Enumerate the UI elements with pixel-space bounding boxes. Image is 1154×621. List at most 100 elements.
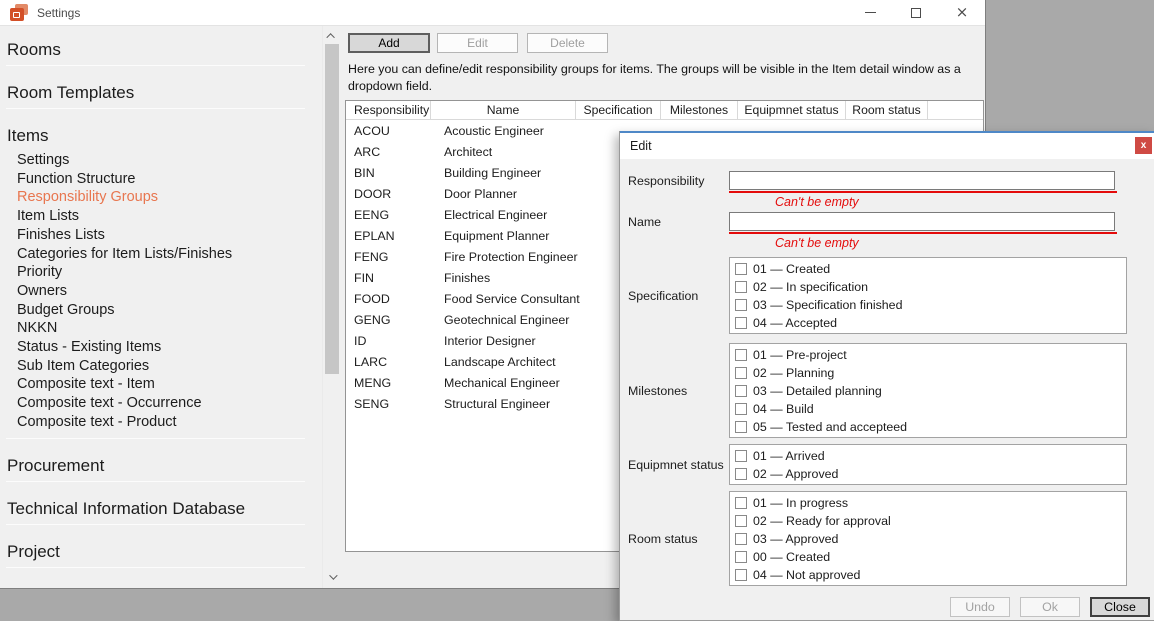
table-header-row: Responsibility Name Specification Milest…: [346, 101, 983, 120]
minimize-button[interactable]: [847, 0, 893, 25]
sidebar-section-technical-information-database[interactable]: Technical Information Database: [0, 498, 322, 520]
sidebar-section-project[interactable]: Project: [0, 541, 322, 563]
window-controls: ×: [847, 0, 985, 25]
description-text: Here you can define/edit responsibility …: [348, 61, 966, 94]
checkbox-option[interactable]: 00 — Created: [735, 548, 1126, 566]
checkbox-option[interactable]: 03 — Specification finished: [735, 296, 1126, 314]
sidebar-item-responsibility-groups[interactable]: Responsibility Groups: [0, 188, 322, 207]
close-button[interactable]: Close: [1090, 597, 1150, 617]
checkbox[interactable]: [735, 281, 747, 293]
maximize-icon: [911, 8, 921, 18]
checkbox[interactable]: [735, 385, 747, 397]
checkbox-option[interactable]: 01 — Arrived: [735, 447, 1126, 465]
checkbox-label: 04 — Not approved: [753, 568, 860, 582]
column-header-room-status[interactable]: Room status: [846, 101, 928, 119]
sidebar-section-items[interactable]: Items: [0, 125, 322, 147]
checkbox-option[interactable]: 01 — Created: [735, 260, 1126, 278]
checkbox-option[interactable]: 02 — Ready for approval: [735, 512, 1126, 530]
dialog-titlebar: Edit x: [620, 133, 1154, 159]
window-titlebar: Settings ×: [0, 0, 985, 26]
column-header-milestones[interactable]: Milestones: [661, 101, 738, 119]
checkbox[interactable]: [735, 533, 747, 545]
checkbox[interactable]: [735, 317, 747, 329]
scrollbar-thumb[interactable]: [325, 44, 339, 374]
sidebar-item-owners[interactable]: Owners: [0, 282, 322, 301]
sidebar-section-rooms[interactable]: Rooms: [0, 39, 322, 61]
sidebar-item-nkkn[interactable]: NKKN: [0, 319, 322, 338]
sidebar-item-priority[interactable]: Priority: [0, 263, 322, 282]
dialog-body: Responsibility Can't be empty Name Can't…: [620, 171, 1154, 586]
divider: [6, 481, 305, 482]
column-header-equipmnet-status[interactable]: Equipmnet status: [738, 101, 846, 119]
checkbox-option[interactable]: 04 — Build: [735, 400, 1126, 418]
checkbox[interactable]: [735, 421, 747, 433]
sidebar-item-function-structure[interactable]: Function Structure: [0, 170, 322, 189]
checkbox[interactable]: [735, 569, 747, 581]
checkbox[interactable]: [735, 515, 747, 527]
dialog-close-button[interactable]: x: [1135, 137, 1152, 154]
checkbox-option[interactable]: 05 — Tested and accepteed: [735, 418, 1126, 436]
checkbox[interactable]: [735, 551, 747, 563]
checkbox-option[interactable]: 01 — In progress: [735, 494, 1126, 512]
checkbox-option[interactable]: 01 — Pre-project: [735, 346, 1126, 364]
name-input[interactable]: [729, 212, 1115, 231]
responsibility-input[interactable]: [729, 171, 1115, 190]
checkbox[interactable]: [735, 299, 747, 311]
dialog-footer: Undo Ok Close: [950, 597, 1150, 617]
sidebar-item-budget-groups[interactable]: Budget Groups: [0, 301, 322, 320]
cell-responsibility-code: EENG: [346, 208, 431, 222]
checkbox-option[interactable]: 03 — Approved: [735, 530, 1126, 548]
delete-button[interactable]: Delete: [527, 33, 608, 53]
column-header-responsibility[interactable]: Responsibility: [346, 101, 431, 119]
field-label-name: Name: [628, 212, 729, 231]
sidebar-item-composite-text-occurrence[interactable]: Composite text - Occurrence: [0, 394, 322, 413]
checkbox[interactable]: [735, 349, 747, 361]
sidebar-item-categories[interactable]: Categories for Item Lists/Finishes: [0, 245, 322, 264]
minimize-icon: [865, 12, 876, 13]
app-icon: [10, 4, 28, 21]
checkbox-option[interactable]: 02 — In specification: [735, 278, 1126, 296]
window-title: Settings: [37, 6, 80, 20]
checkbox-option[interactable]: 03 — Detailed planning: [735, 382, 1126, 400]
checkbox-label: 01 — Created: [753, 262, 830, 276]
sidebar-section-advanced-settings[interactable]: Advanced settings: [0, 584, 322, 588]
sidebar-item-sub-item-categories[interactable]: Sub Item Categories: [0, 357, 322, 376]
checkbox-label: 02 — Approved: [753, 467, 838, 481]
scroll-down-button[interactable]: [323, 569, 340, 584]
cell-responsibility-code: BIN: [346, 166, 431, 180]
cell-responsibility-code: EPLAN: [346, 229, 431, 243]
maximize-button[interactable]: [893, 0, 939, 25]
checkbox[interactable]: [735, 468, 747, 480]
add-button[interactable]: Add: [348, 33, 430, 53]
sidebar-scrollbar[interactable]: [322, 26, 340, 588]
checkbox[interactable]: [735, 450, 747, 462]
sidebar-section-room-templates[interactable]: Room Templates: [0, 82, 322, 104]
dialog-title: Edit: [630, 139, 652, 153]
checkbox-option[interactable]: 04 — Not approved: [735, 566, 1126, 584]
sidebar-section-procurement[interactable]: Procurement: [0, 455, 322, 477]
checkbox[interactable]: [735, 263, 747, 275]
sidebar-item-composite-text-item[interactable]: Composite text - Item: [0, 375, 322, 394]
ok-button[interactable]: Ok: [1020, 597, 1080, 617]
checkbox-option[interactable]: 04 — Accepted: [735, 314, 1126, 332]
checkbox[interactable]: [735, 403, 747, 415]
edit-button[interactable]: Edit: [437, 33, 518, 53]
sidebar-item-item-lists[interactable]: Item Lists: [0, 207, 322, 226]
sidebar-item-status-existing-items[interactable]: Status - Existing Items: [0, 338, 322, 357]
sidebar-item-finishes-lists[interactable]: Finishes Lists: [0, 226, 322, 245]
checkbox[interactable]: [735, 497, 747, 509]
sidebar-item-composite-text-product[interactable]: Composite text - Product: [0, 413, 322, 432]
field-label-equipmnet-status: Equipmnet status: [628, 458, 729, 472]
checkbox-option[interactable]: 02 — Planning: [735, 364, 1126, 382]
cell-responsibility-code: SENG: [346, 397, 431, 411]
divider: [6, 108, 305, 109]
checkbox-option[interactable]: 02 — Approved: [735, 465, 1126, 483]
checkbox[interactable]: [735, 367, 747, 379]
column-header-name[interactable]: Name: [431, 101, 576, 119]
undo-button[interactable]: Undo: [950, 597, 1010, 617]
sidebar-item-settings[interactable]: Settings: [0, 151, 322, 170]
column-header-specification[interactable]: Specification: [576, 101, 661, 119]
close-window-button[interactable]: ×: [939, 0, 985, 25]
cell-responsibility-code: FIN: [346, 271, 431, 285]
scroll-up-button[interactable]: [323, 28, 340, 43]
